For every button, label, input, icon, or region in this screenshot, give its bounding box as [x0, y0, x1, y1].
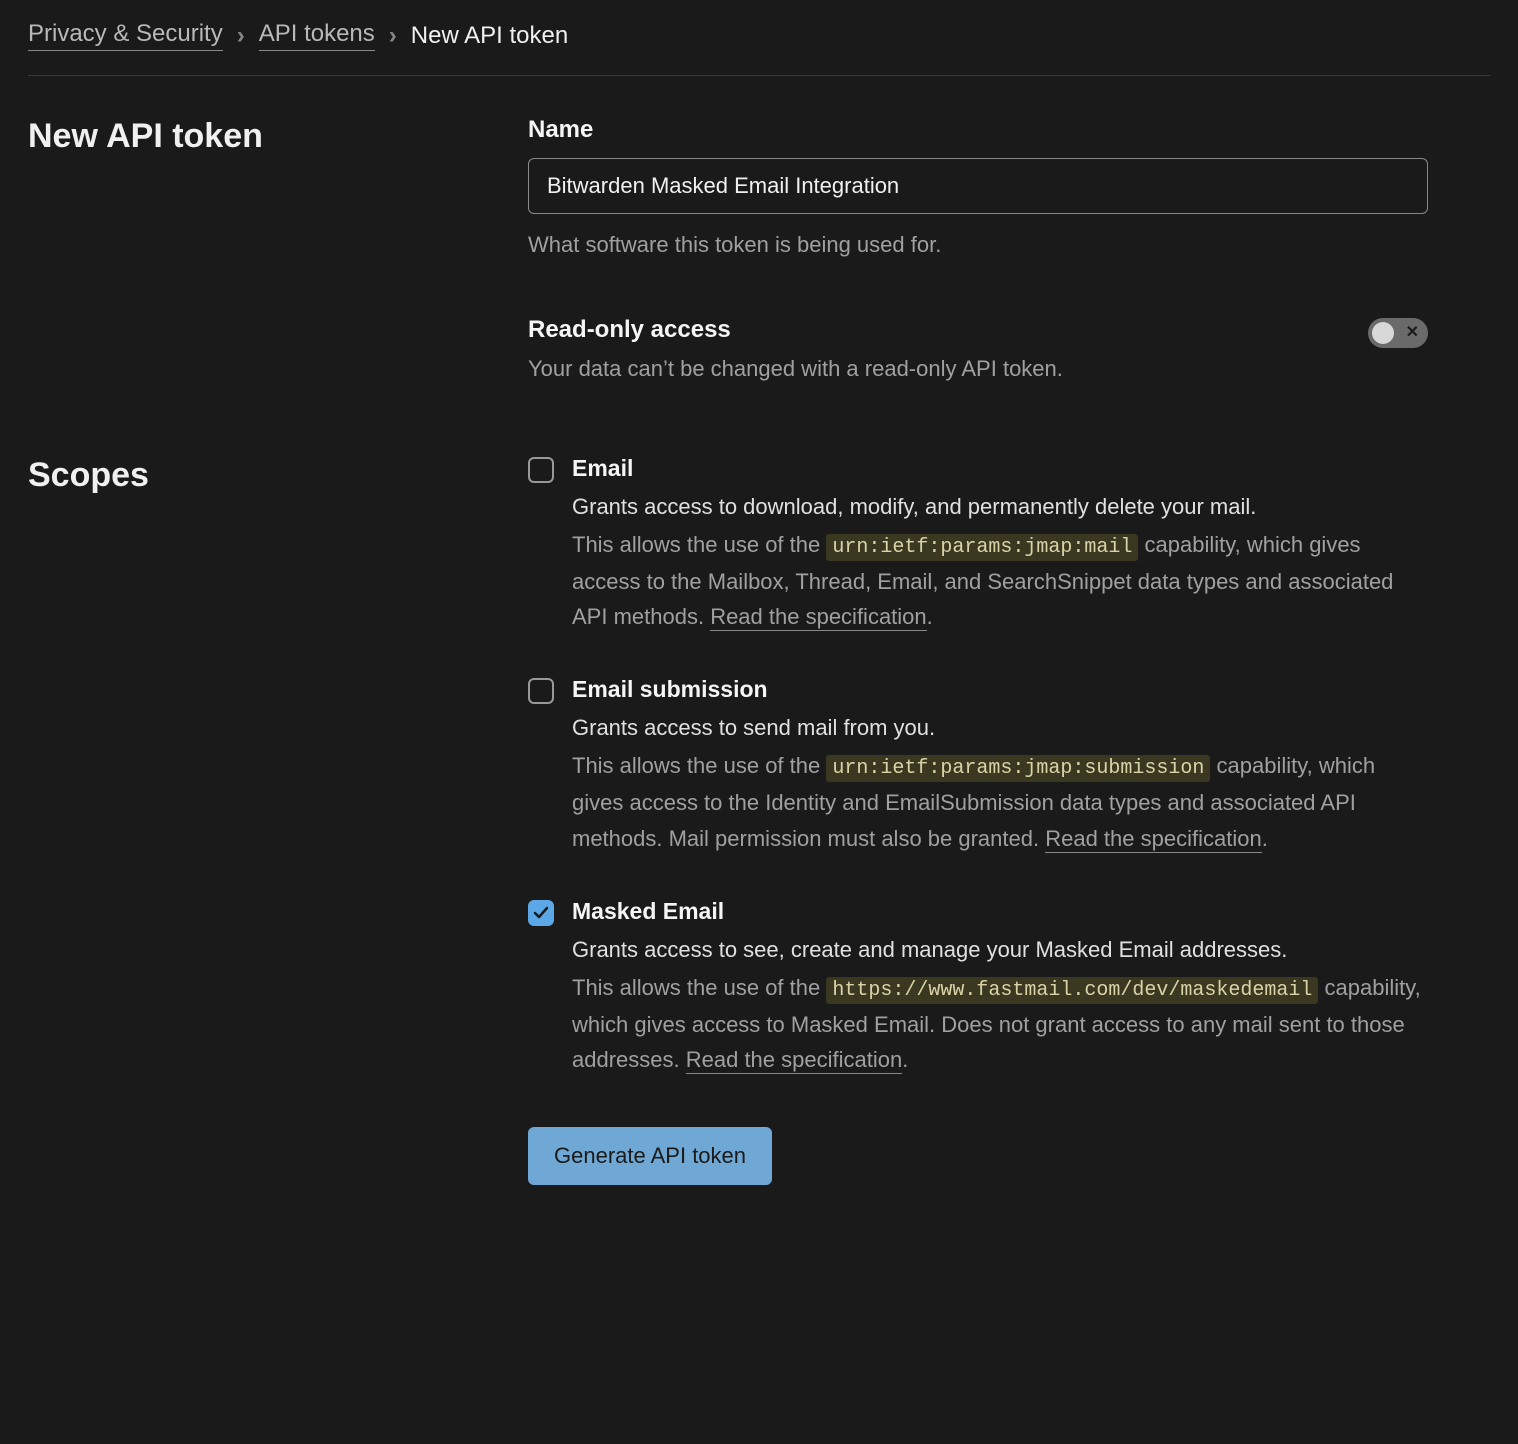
- scope-submission-spec-link[interactable]: Read the specification: [1045, 826, 1261, 853]
- scope-maskedemail-spec-link[interactable]: Read the specification: [686, 1047, 902, 1074]
- scope-email: Email Grants access to download, modify,…: [528, 455, 1428, 634]
- scope-submission: Email submission Grants access to send m…: [528, 676, 1428, 855]
- toggle-knob: [1372, 322, 1394, 344]
- readonly-helper: Your data can’t be changed with a read-o…: [528, 352, 1063, 385]
- scope-email-detail: This allows the use of the urn:ietf:para…: [572, 527, 1428, 634]
- readonly-toggle[interactable]: ✕: [1368, 318, 1428, 348]
- page-title: New API token: [28, 116, 508, 385]
- breadcrumb: Privacy & Security › API tokens › New AP…: [28, 20, 1490, 76]
- scope-email-desc: Grants access to download, modify, and p…: [572, 490, 1428, 523]
- chevron-right-icon: ›: [237, 22, 245, 50]
- scope-email-spec-link[interactable]: Read the specification: [710, 604, 926, 631]
- scope-maskedemail-detail: This allows the use of the https://www.f…: [572, 970, 1428, 1077]
- name-input[interactable]: [528, 158, 1428, 214]
- generate-api-token-button[interactable]: Generate API token: [528, 1127, 772, 1185]
- scopes-title: Scopes: [28, 455, 508, 1185]
- scope-submission-detail: This allows the use of the urn:ietf:para…: [572, 748, 1428, 855]
- scope-submission-code: urn:ietf:params:jmap:submission: [826, 755, 1210, 782]
- scope-maskedemail: Masked Email Grants access to see, creat…: [528, 898, 1428, 1077]
- readonly-title: Read-only access: [528, 316, 1063, 344]
- scope-maskedemail-checkbox[interactable]: [528, 900, 554, 926]
- check-icon: [533, 905, 549, 921]
- name-helper: What software this token is being used f…: [528, 228, 1428, 261]
- scope-maskedemail-code: https://www.fastmail.com/dev/maskedemail: [826, 977, 1318, 1004]
- chevron-right-icon: ›: [389, 22, 397, 50]
- breadcrumb-current: New API token: [411, 22, 568, 50]
- breadcrumb-privacy-security[interactable]: Privacy & Security: [28, 20, 223, 51]
- breadcrumb-api-tokens[interactable]: API tokens: [259, 20, 375, 51]
- scope-email-title: Email: [572, 455, 1428, 482]
- name-label: Name: [528, 116, 1428, 144]
- scope-email-code: urn:ietf:params:jmap:mail: [826, 534, 1138, 561]
- scope-email-checkbox[interactable]: [528, 457, 554, 483]
- toggle-off-icon: ✕: [1406, 325, 1419, 341]
- scope-maskedemail-desc: Grants access to see, create and manage …: [572, 933, 1428, 966]
- scope-maskedemail-title: Masked Email: [572, 898, 1428, 925]
- scope-submission-title: Email submission: [572, 676, 1428, 703]
- scope-submission-desc: Grants access to send mail from you.: [572, 711, 1428, 744]
- scope-submission-checkbox[interactable]: [528, 678, 554, 704]
